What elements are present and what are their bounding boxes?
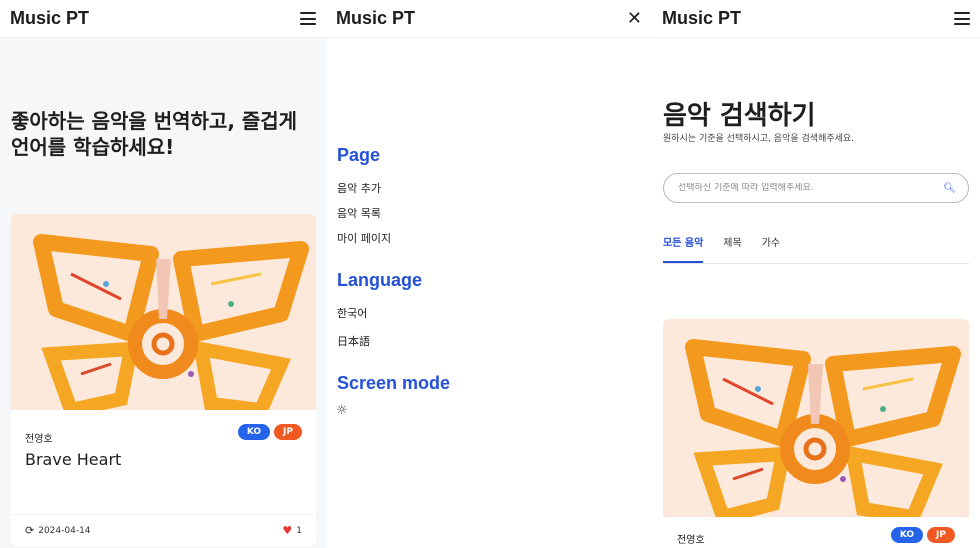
nav-item-my-page[interactable]: 마이 페이지 [337,230,391,246]
album-art-illustration [663,319,969,517]
tab-artist[interactable]: 가수 [762,230,780,263]
menu-icon[interactable] [300,12,316,25]
album-art-illustration [11,214,316,410]
badge-jp: JP [274,424,302,440]
album-art[interactable] [11,214,316,410]
language-badges: KO JP [890,527,955,543]
song-card[interactable]: 전영호 KO JP [663,319,969,548]
song-date: 2024-04-14 [38,525,91,536]
clock-icon: ⟳ [25,524,35,537]
app-logo[interactable]: Music PT [336,8,415,29]
heart-icon[interactable]: ♥ [282,524,292,537]
section-title-language: Language [337,270,423,290]
app-logo[interactable]: Music PT [10,8,89,29]
app-header: Music PT ✕ [326,0,652,38]
search-input[interactable] [678,183,928,193]
nav-item-japanese[interactable]: 日本語 [337,333,370,349]
close-icon[interactable]: ✕ [627,9,642,28]
sun-icon[interactable]: ☼ [336,403,348,418]
language-badges: KO JP [237,424,302,440]
hero-heading: 좋아하는 음악을 번역하고, 즐겁게 언어를 학습하세요! [11,109,298,159]
like-count: 1 [296,525,302,536]
badge-ko: KO [237,424,271,440]
nav-item-korean[interactable]: 한국어 [337,305,367,321]
badge-ko: KO [890,527,924,543]
search-bar: 🔍︎ [663,173,969,203]
tab-all-music[interactable]: 모든 음악 [663,230,704,263]
app-logo[interactable]: Music PT [662,8,741,29]
card-footer: ⟳ 2024-04-14 ♥ 1 [11,514,316,546]
section-title-screen-mode: Screen mode [337,373,451,393]
song-card[interactable]: 전영호 KO JP Brave Heart ⟳ 2024-04-14 ♥ 1 [11,214,316,546]
artist-name: 전영호 [677,535,705,546]
search-tabs: 모든 음악 제목 가수 [663,230,969,264]
search-panel: Music PT 음악 검색하기 원하시는 기준을 선택하시고, 음악을 검색해… [652,0,980,548]
nav-item-add-music[interactable]: 음악 추가 [337,180,381,196]
page-subtitle: 원하시는 기준을 선택하시고, 음악을 검색해주세요. [663,134,855,144]
app-header: Music PT [0,0,326,38]
app-header: Music PT [652,0,980,38]
home-panel: Music PT 좋아하는 음악을 번역하고, 즐겁게 언어를 학습하세요! 전… [0,0,326,548]
artist-name: 전영호 [25,434,53,445]
search-icon[interactable]: 🔍︎ [943,183,956,194]
section-title-page: Page [337,145,381,165]
badge-jp: JP [927,527,955,543]
menu-icon[interactable] [954,12,970,25]
song-title: Brave Heart [25,450,122,469]
album-art[interactable] [663,319,969,517]
page-title: 음악 검색하기 [663,101,816,131]
tab-title[interactable]: 제목 [723,230,741,263]
nav-item-music-list[interactable]: 음악 목록 [337,205,381,221]
menu-panel: Music PT ✕ Page 음악 추가 음악 목록 마이 페이지 Langu… [326,0,652,548]
